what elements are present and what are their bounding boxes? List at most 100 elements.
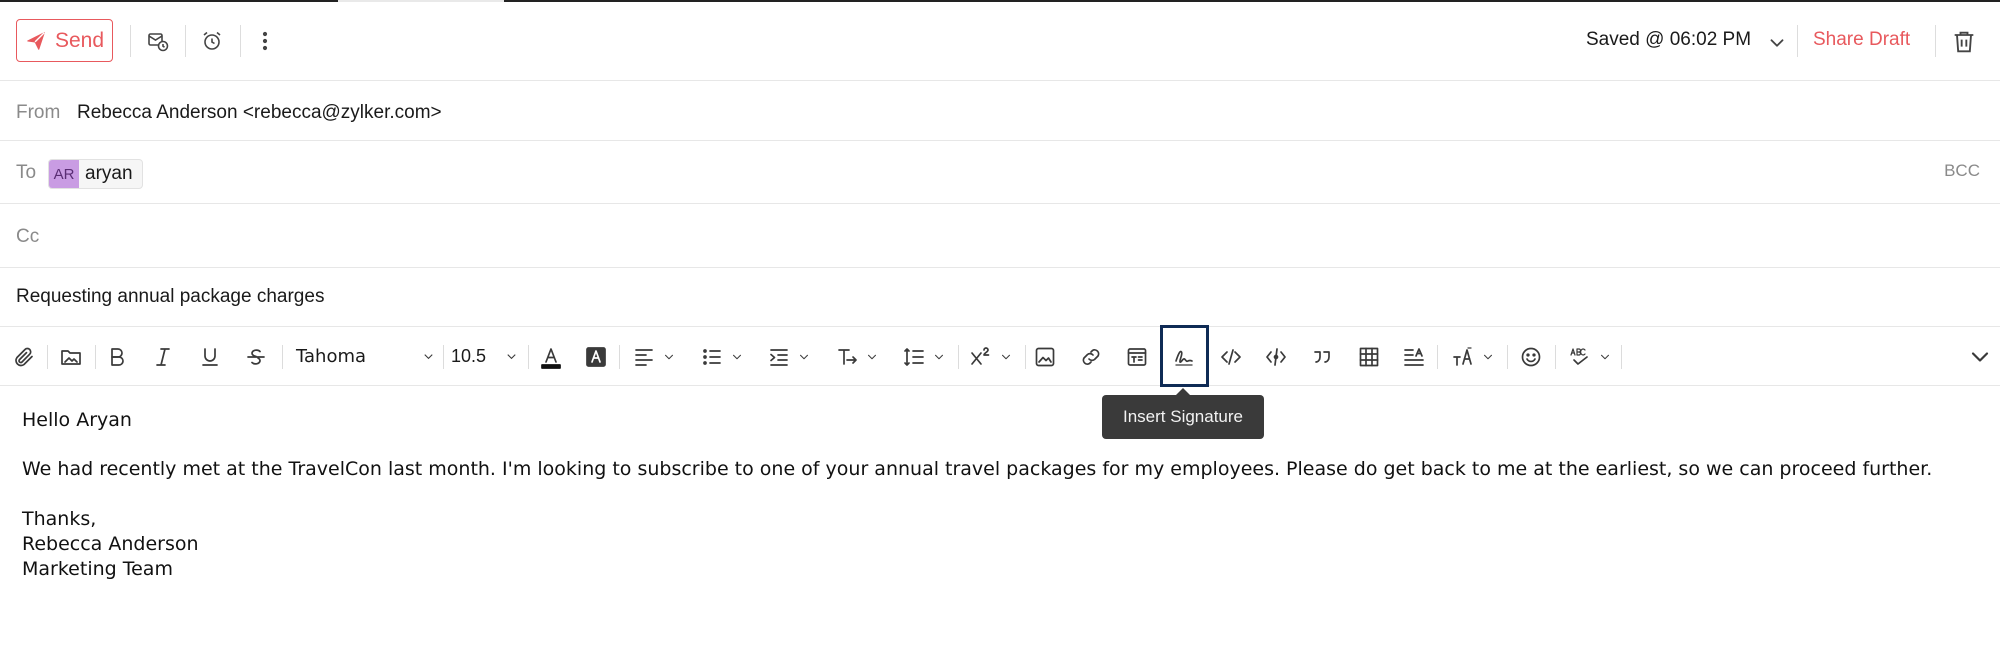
clear-format-dropdown[interactable] (1447, 327, 1499, 386)
expand-toolbar-button[interactable] (1966, 327, 1994, 386)
chevron-down-icon (1600, 354, 1610, 359)
send-label: Send (54, 28, 105, 52)
quote-icon (1314, 350, 1330, 363)
cc-row[interactable]: Cc (0, 204, 2000, 268)
divider (95, 345, 96, 369)
divider (1555, 345, 1556, 369)
align-left-icon (635, 348, 653, 366)
text-format-icon (1404, 347, 1424, 366)
line-spacing-dropdown[interactable] (898, 327, 950, 386)
schedule-send-button[interactable] (143, 26, 173, 56)
chevron-down-icon (934, 354, 944, 359)
send-button[interactable]: Send (16, 19, 113, 62)
divider (1935, 25, 1936, 57)
code-snippet-icon (1266, 347, 1286, 366)
more-vertical-icon (262, 31, 268, 51)
chevron-down-icon (424, 354, 433, 360)
insert-from-cloud-button[interactable] (56, 327, 86, 386)
chevron-down-icon (1483, 354, 1493, 359)
share-draft-button[interactable]: Share Draft (1813, 29, 1910, 51)
code-icon (1221, 348, 1241, 365)
spell-check-icon (1570, 347, 1588, 365)
font-family-value: Tahoma (296, 346, 367, 367)
body-greeting: Hello Aryan (22, 409, 132, 431)
emoji-button[interactable] (1516, 327, 1546, 386)
trash-icon[interactable] (1950, 28, 1978, 56)
list-dropdown[interactable] (696, 327, 748, 386)
from-address[interactable]: Rebecca Anderson <rebecca@zylker.com> (77, 102, 442, 124)
bulleted-list-icon (703, 348, 721, 365)
bold-button[interactable] (102, 327, 132, 386)
to-label: To (16, 162, 37, 183)
text-direction-icon (838, 348, 857, 365)
signature-name: Rebecca Anderson (22, 533, 199, 555)
divider (282, 345, 283, 369)
reminder-button[interactable] (197, 26, 227, 56)
email-body-editor[interactable]: Hello Aryan We had recently met at the T… (22, 408, 1932, 582)
divider (1621, 345, 1622, 369)
italic-icon (156, 347, 170, 366)
underline-icon (202, 347, 218, 366)
bcc-toggle[interactable]: BCC (1944, 161, 1980, 181)
recipient-chip[interactable]: AR aryan (48, 159, 143, 189)
divider (958, 345, 959, 369)
indent-dropdown[interactable] (763, 327, 815, 386)
divider (528, 345, 529, 369)
avatar: AR (49, 160, 79, 188)
chevron-down-icon (664, 354, 674, 359)
strikethrough-button[interactable] (241, 327, 271, 386)
format-text-button[interactable] (1400, 327, 1428, 386)
folder-image-icon (61, 349, 81, 365)
text-color-button[interactable] (537, 327, 565, 386)
divider (130, 25, 131, 57)
insert-table-button[interactable] (1355, 327, 1383, 386)
attach-button[interactable] (10, 327, 38, 386)
cc-label: Cc (16, 226, 40, 247)
superscript-dropdown[interactable] (965, 327, 1017, 386)
link-icon (1082, 348, 1100, 365)
chevron-down-icon[interactable] (1766, 32, 1788, 54)
chevron-down-icon (507, 354, 516, 360)
background-color-button[interactable] (582, 327, 610, 386)
blockquote-button[interactable] (1308, 327, 1336, 386)
saved-status: Saved @ 06:02 PM (1586, 29, 1752, 50)
divider (47, 345, 48, 369)
chevron-down-icon (1001, 354, 1011, 359)
divider (1437, 345, 1438, 369)
divider (619, 345, 620, 369)
chevron-down-icon (1971, 351, 1989, 362)
insert-image-button[interactable] (1031, 327, 1059, 386)
code-snippet-button[interactable] (1262, 327, 1290, 386)
table-icon (1359, 347, 1379, 366)
paper-plane-icon (27, 31, 45, 50)
divider (443, 345, 444, 369)
insert-template-button[interactable] (1123, 327, 1151, 386)
font-size-select[interactable]: 10.5 (451, 327, 519, 386)
signature-button-highlight (1160, 325, 1209, 387)
underline-button[interactable] (195, 327, 225, 386)
font-size-value: 10.5 (451, 346, 487, 366)
compose-action-bar: Send Saved @ 06:02 PM Share Draft (0, 2, 2000, 81)
divider (1797, 25, 1798, 57)
subject-field[interactable]: Requesting annual package charges (16, 286, 324, 308)
body-closing: Thanks, (22, 508, 97, 530)
insert-html-button[interactable] (1217, 327, 1245, 386)
spell-check-dropdown[interactable] (1564, 327, 1616, 386)
subject-row[interactable]: Requesting annual package charges (0, 268, 2000, 327)
insert-link-button[interactable] (1077, 327, 1105, 386)
recipient-name: aryan (85, 163, 133, 184)
paperclip-icon (15, 347, 33, 366)
italic-button[interactable] (148, 327, 178, 386)
text-direction-dropdown[interactable] (831, 327, 883, 386)
divider (1507, 345, 1508, 369)
more-options-button[interactable] (250, 26, 280, 56)
to-row: To AR aryan BCC (0, 141, 2000, 204)
signature-team: Marketing Team (22, 558, 173, 580)
font-family-select[interactable]: Tahoma (296, 327, 436, 386)
chevron-down-icon (732, 354, 742, 359)
strikethrough-icon (247, 348, 265, 365)
bold-icon (111, 347, 124, 366)
line-spacing-icon (904, 347, 924, 366)
chevron-down-icon (799, 354, 809, 359)
alignment-dropdown[interactable] (628, 327, 680, 386)
